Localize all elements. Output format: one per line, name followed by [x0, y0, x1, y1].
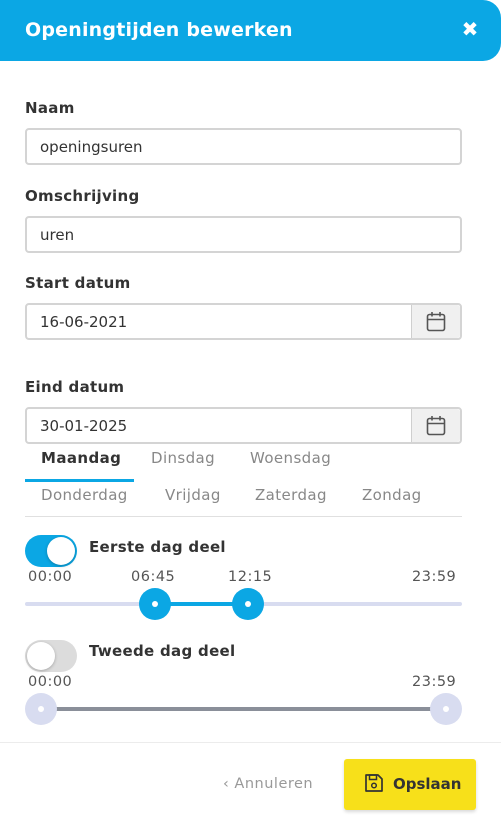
description-label: Omschrijving	[25, 187, 140, 205]
name-value: openingsuren	[40, 138, 143, 156]
first-part-min-time: 00:00	[28, 569, 73, 585]
cancel-button[interactable]: ‹ Annuleren	[223, 776, 313, 792]
second-part-start-handle[interactable]	[25, 693, 57, 725]
modal-header: Openingtijden bewerken ✖	[0, 0, 501, 61]
second-part-min-time: 00:00	[28, 674, 73, 690]
footer-divider	[0, 742, 501, 743]
tab-vrijdag[interactable]: Vrijdag	[165, 486, 221, 504]
end-date-field[interactable]: 30-01-2025	[25, 407, 462, 444]
save-label: Opslaan	[393, 775, 462, 793]
start-date-field[interactable]: 16-06-2021	[25, 303, 462, 340]
first-part-end-handle[interactable]	[232, 588, 264, 620]
tab-woensdag[interactable]: Woensdag	[250, 449, 331, 467]
active-tab-indicator	[25, 479, 134, 482]
chevron-left-icon: ‹	[223, 776, 230, 792]
second-part-toggle[interactable]	[25, 640, 77, 672]
second-part-label: Tweede dag deel	[89, 642, 236, 660]
first-part-end-time: 12:15	[228, 569, 273, 585]
start-date-value: 16-06-2021	[40, 313, 128, 331]
name-field[interactable]: openingsuren	[25, 128, 462, 165]
first-part-start-handle[interactable]	[139, 588, 171, 620]
edit-opening-hours-modal: Openingtijden bewerken ✖ Naam openingsur…	[0, 0, 501, 828]
name-label: Naam	[25, 99, 75, 117]
second-part-slider-track[interactable]	[41, 707, 446, 711]
tab-maandag[interactable]: Maandag	[41, 449, 121, 467]
toggle-knob	[27, 642, 55, 670]
calendar-icon[interactable]	[411, 409, 460, 442]
tab-donderdag[interactable]: Donderdag	[41, 486, 128, 504]
first-part-label: Eerste dag deel	[89, 538, 226, 556]
description-field[interactable]: uren	[25, 216, 462, 253]
first-part-max-time: 23:59	[412, 569, 457, 585]
description-value: uren	[40, 226, 75, 244]
start-date-label: Start datum	[25, 274, 131, 292]
tab-dinsdag[interactable]: Dinsdag	[151, 449, 215, 467]
end-date-label: Eind datum	[25, 378, 125, 396]
tabs-divider	[25, 516, 462, 517]
tab-zaterdag[interactable]: Zaterdag	[255, 486, 327, 504]
modal-title: Openingtijden bewerken	[25, 19, 293, 41]
first-part-toggle[interactable]	[25, 535, 77, 567]
end-date-value: 30-01-2025	[40, 417, 128, 435]
floppy-disk-icon	[364, 773, 384, 797]
toggle-knob	[47, 537, 75, 565]
save-button[interactable]: Opslaan	[344, 759, 476, 810]
second-part-end-handle[interactable]	[430, 693, 462, 725]
second-part-max-time: 23:59	[412, 674, 457, 690]
cancel-label: Annuleren	[234, 776, 314, 792]
calendar-icon[interactable]	[411, 305, 460, 338]
close-icon[interactable]: ✖	[459, 18, 481, 40]
tab-zondag[interactable]: Zondag	[362, 486, 422, 504]
first-part-start-time: 06:45	[131, 569, 176, 585]
